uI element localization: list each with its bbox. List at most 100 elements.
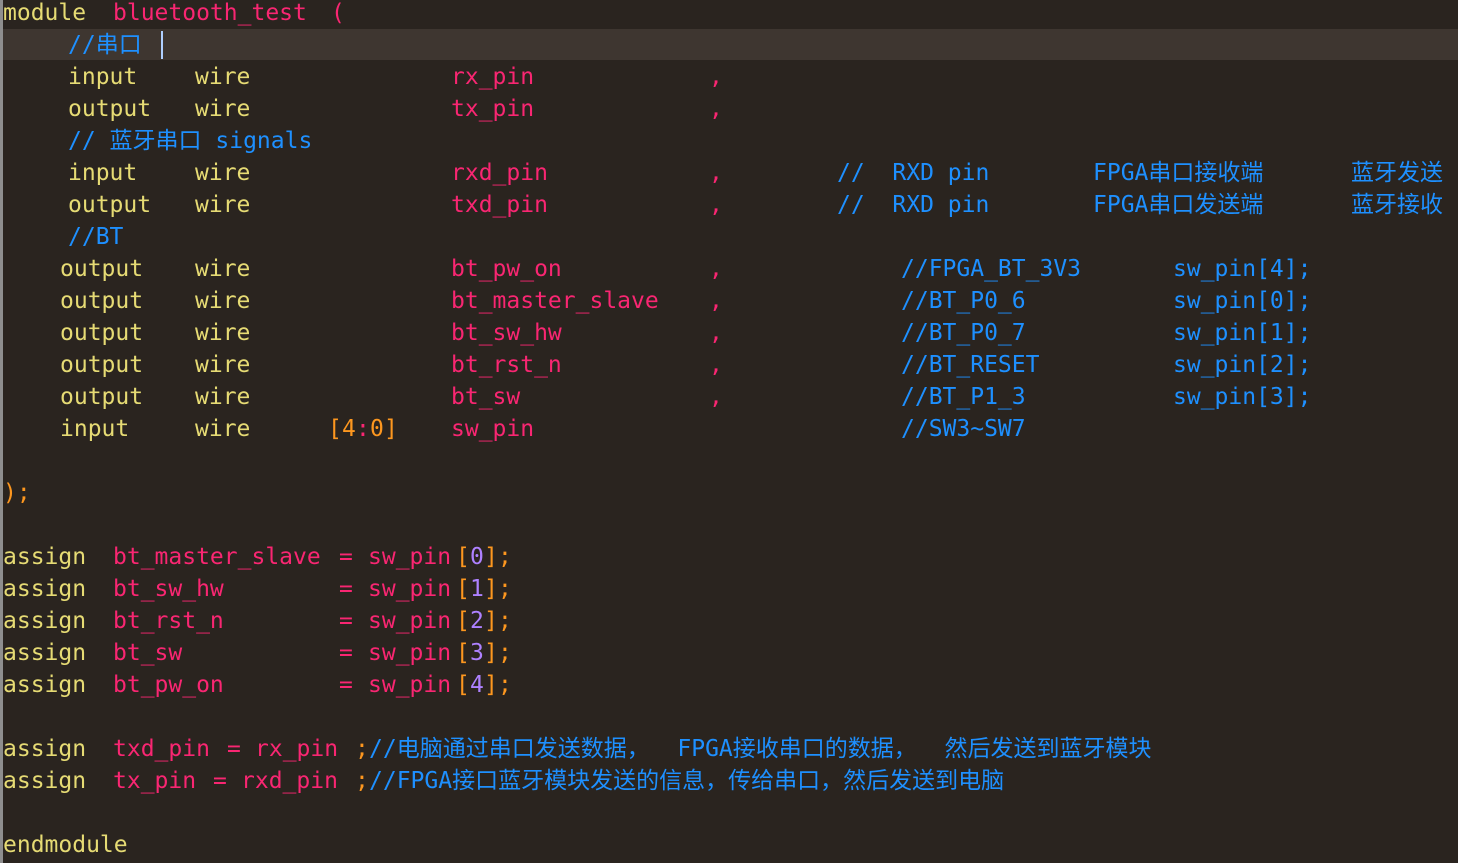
assign-keyword: assign	[3, 544, 87, 570]
comment: //BT_P0_7	[901, 320, 1026, 346]
semicolon: ;	[498, 608, 512, 634]
comment: //串口	[68, 32, 142, 58]
port-direction: input	[68, 160, 138, 186]
code-line-24[interactable]: assign txd_pin = rx_pin ; //电脑通过串口发送数据， …	[3, 733, 1151, 765]
port-separator: ,	[709, 96, 723, 122]
assign-equals: =	[339, 640, 353, 666]
semicolon: ;	[498, 576, 512, 602]
assign-lhs: tx_pin	[113, 768, 197, 794]
assign-rhs: sw_pin	[368, 672, 452, 698]
comment: sw_pin[2];	[1173, 352, 1312, 378]
code-line-10[interactable]: output wire bt_master_slave , //BT_P0_6 …	[3, 285, 1311, 317]
port-direction: output	[68, 96, 152, 122]
port-name: rx_pin	[451, 64, 535, 90]
index-number: 3	[470, 640, 484, 666]
comment: //SW3~SW7	[901, 416, 1026, 442]
code-line-27[interactable]: endmodule	[3, 829, 128, 861]
port-name: bt_master_slave	[451, 288, 659, 314]
index-bracket: [	[456, 576, 470, 602]
range-colon: :	[356, 416, 370, 442]
code-line-22[interactable]: assign bt_pw_on = sw_pin [ 4 ] ;	[3, 669, 512, 701]
semicolon: ;	[355, 768, 369, 794]
assign-equals: =	[339, 608, 353, 634]
comment: //BT	[68, 224, 124, 250]
code-line-13[interactable]: output wire bt_sw , //BT_P1_3 sw_pin[3];	[3, 381, 1311, 413]
code-editor[interactable]: module bluetooth_test ( //串口 input wire …	[0, 0, 1458, 863]
assign-equals: =	[339, 544, 353, 570]
code-line-2[interactable]: //串口	[3, 29, 163, 61]
code-line-8[interactable]: //BT	[3, 221, 123, 253]
index-bracket: ]	[484, 672, 498, 698]
code-line-9[interactable]: output wire bt_pw_on , //FPGA_BT_3V3 sw_…	[3, 253, 1311, 285]
comment: //FPGA_BT_3V3	[901, 256, 1082, 282]
range-bracket: [	[328, 416, 342, 442]
code-line-18[interactable]: assign bt_master_slave = sw_pin [ 0 ] ;	[3, 541, 512, 573]
code-line-7[interactable]: output wire txd_pin , // RXD pin FPGA串口发…	[3, 189, 1443, 221]
code-line-3[interactable]: input wire rx_pin ,	[3, 61, 723, 93]
port-separator: ,	[709, 352, 723, 378]
port-name: bt_pw_on	[451, 256, 562, 282]
port-direction: output	[60, 256, 144, 282]
port-name: bt_rst_n	[451, 352, 562, 378]
code-line-5[interactable]: // 蓝牙串口 signals	[3, 125, 312, 157]
comment: //BT_P0_6	[901, 288, 1026, 314]
index-number: 0	[470, 544, 484, 570]
code-line-25[interactable]: assign tx_pin = rxd_pin ; //FPGA接口蓝牙模块发送…	[3, 765, 1004, 797]
code-line-6[interactable]: input wire rxd_pin , // RXD pin FPGA串口接收…	[3, 157, 1443, 189]
range-bracket: ]	[384, 416, 398, 442]
port-name: sw_pin	[451, 416, 535, 442]
comment: FPGA串口接收端	[1093, 160, 1264, 186]
index-bracket: [	[456, 544, 470, 570]
assign-lhs: bt_pw_on	[113, 672, 224, 698]
comment: sw_pin[1];	[1173, 320, 1312, 346]
port-separator: ,	[709, 288, 723, 314]
module-name: bluetooth_test	[113, 0, 307, 26]
comment: // RXD pin	[837, 160, 990, 186]
port-direction: output	[60, 352, 144, 378]
code-line-19[interactable]: assign bt_sw_hw = sw_pin [ 1 ] ;	[3, 573, 512, 605]
code-line-14[interactable]: input wire [ 4 : 0 ] sw_pin //SW3~SW7	[3, 413, 1026, 445]
code-line-1[interactable]: module bluetooth_test (	[3, 0, 345, 29]
port-direction: output	[60, 384, 144, 410]
code-line-11[interactable]: output wire bt_sw_hw , //BT_P0_7 sw_pin[…	[3, 317, 1311, 349]
comment: //BT_RESET	[901, 352, 1040, 378]
port-type: wire	[195, 96, 251, 122]
semicolon: ;	[498, 544, 512, 570]
assign-rhs: rxd_pin	[241, 768, 338, 794]
code-line-4[interactable]: output wire tx_pin ,	[3, 93, 723, 125]
semicolon: ;	[498, 672, 512, 698]
index-bracket: [	[456, 672, 470, 698]
index-number: 1	[470, 576, 484, 602]
code-line-21[interactable]: assign bt_sw = sw_pin [ 3 ] ;	[3, 637, 512, 669]
assign-equals: =	[339, 672, 353, 698]
text-cursor	[161, 31, 163, 59]
assign-equals: =	[339, 576, 353, 602]
semicolon: ;	[498, 640, 512, 666]
port-direction: output	[60, 320, 144, 346]
assign-keyword: assign	[3, 672, 87, 698]
comment: //FPGA接口蓝牙模块发送的信息，传给串口，然后发送到电脑	[369, 768, 1005, 794]
comment: // RXD pin	[837, 192, 990, 218]
assign-keyword: assign	[3, 768, 87, 794]
range-number: 0	[370, 416, 384, 442]
port-name: bt_sw	[451, 384, 521, 410]
port-type: wire	[195, 384, 251, 410]
index-bracket: [	[456, 608, 470, 634]
port-direction: input	[60, 416, 130, 442]
comment: 蓝牙接收	[1351, 192, 1443, 218]
assign-lhs: bt_sw	[113, 640, 183, 666]
comment: sw_pin[0];	[1173, 288, 1312, 314]
port-separator: ,	[709, 64, 723, 90]
assign-keyword: assign	[3, 576, 87, 602]
code-line-20[interactable]: assign bt_rst_n = sw_pin [ 2 ] ;	[3, 605, 512, 637]
port-type: wire	[195, 320, 251, 346]
port-name: tx_pin	[451, 96, 535, 122]
port-separator: ,	[709, 320, 723, 346]
port-direction: output	[68, 192, 152, 218]
assign-lhs: bt_master_slave	[113, 544, 321, 570]
code-line-12[interactable]: output wire bt_rst_n , //BT_RESET sw_pin…	[3, 349, 1311, 381]
port-direction: output	[60, 288, 144, 314]
port-type: wire	[195, 256, 251, 282]
code-line-16[interactable]: );	[3, 477, 58, 509]
assign-equals: =	[227, 736, 241, 762]
